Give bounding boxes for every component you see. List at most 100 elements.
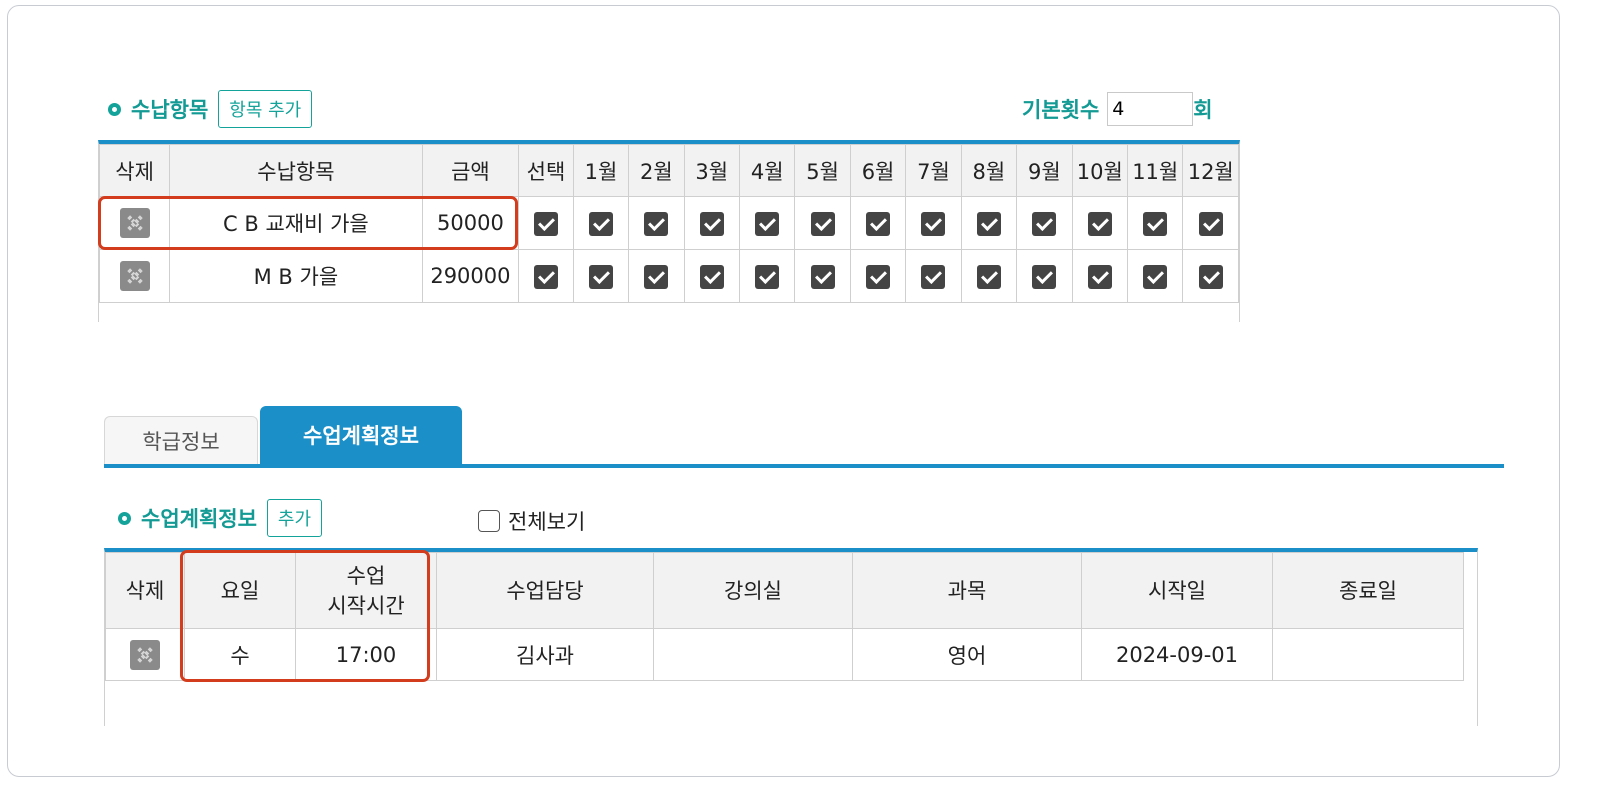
- check-cell: [849, 196, 907, 250]
- base-count-input[interactable]: [1107, 92, 1194, 126]
- check-cell: [1071, 196, 1128, 250]
- checkbox[interactable]: [1198, 211, 1223, 236]
- checkbox[interactable]: [1032, 211, 1057, 236]
- checkbox[interactable]: [1143, 211, 1168, 236]
- plan-end-date: [1272, 628, 1464, 681]
- payment-col-header: 4월: [738, 144, 796, 197]
- check-cell: [905, 249, 962, 303]
- tab-class-info[interactable]: 학급정보: [104, 416, 258, 464]
- checkbox[interactable]: [534, 264, 558, 289]
- plan-col-header: 시작일: [1081, 552, 1273, 629]
- check-cell: [960, 196, 1018, 250]
- payment-col-header: 10월: [1071, 144, 1128, 197]
- base-count-label: 기본횟수: [1022, 98, 1100, 122]
- checkbox[interactable]: [588, 264, 613, 289]
- highlight-box-payment-row: [98, 196, 518, 250]
- payment-col-header: 7월: [905, 144, 962, 197]
- plan-col-header: 수업담당: [436, 552, 654, 629]
- plan-col-header: 삭제: [105, 552, 185, 629]
- payment-section-header: 수납항목 항목 추가: [108, 90, 313, 128]
- checkbox[interactable]: [588, 211, 613, 236]
- highlight-box-plan-columns: [180, 550, 430, 682]
- checkbox[interactable]: [1087, 264, 1112, 289]
- plan-subject: 영어: [852, 628, 1082, 681]
- plan-col-header: 강의실: [653, 552, 853, 629]
- checkbox[interactable]: [976, 211, 1001, 236]
- view-all-toggle[interactable]: 전체보기: [478, 506, 585, 536]
- check-cell: [1126, 196, 1184, 250]
- checkbox[interactable]: [921, 211, 946, 236]
- check-cell: [960, 249, 1018, 303]
- payment-col-header: 5월: [794, 144, 851, 197]
- delete-cell: [105, 628, 185, 681]
- check-cell: [572, 196, 630, 250]
- check-cell: [738, 249, 796, 303]
- check-cell: [794, 249, 851, 303]
- checkbox[interactable]: [755, 211, 780, 236]
- view-all-label: 전체보기: [508, 510, 586, 534]
- plan-teacher: 김사과: [436, 628, 654, 681]
- payment-col-header: 삭제: [98, 144, 171, 197]
- checkbox[interactable]: [866, 211, 891, 236]
- checkbox[interactable]: [699, 264, 724, 289]
- checkbox[interactable]: [1143, 264, 1168, 289]
- checkbox[interactable]: [644, 211, 669, 236]
- view-all-checkbox[interactable]: [478, 510, 500, 532]
- check-cell: [1016, 196, 1073, 250]
- checkbox[interactable]: [976, 264, 1001, 289]
- payment-col-header: 1월: [572, 144, 630, 197]
- check-cell: [683, 196, 740, 250]
- payment-header-row: 삭제 수납항목 금액 선택 1월 2월 3월 4월 5월 6월 7월 8월 9월 10월 11월 12월: [98, 144, 1239, 197]
- check-cell: [572, 249, 630, 303]
- payment-col-header: 11월: [1126, 144, 1184, 197]
- checkbox[interactable]: [755, 264, 780, 289]
- bullet-icon: [108, 102, 121, 116]
- delete-icon[interactable]: [119, 261, 150, 291]
- payment-row: M B 가을 290000: [98, 249, 1239, 303]
- check-cell: [628, 249, 685, 303]
- payment-col-header: 9월: [1016, 144, 1073, 197]
- check-cell: [849, 249, 907, 303]
- checkbox[interactable]: [866, 264, 891, 289]
- payment-col-header: 2월: [628, 144, 685, 197]
- check-cell: [1182, 249, 1239, 303]
- payment-col-header: 8월: [960, 144, 1018, 197]
- payment-col-header: 12월: [1182, 144, 1239, 197]
- payment-col-header: 수납항목: [169, 144, 423, 197]
- payment-amount: 290000: [421, 249, 520, 303]
- checkbox[interactable]: [534, 211, 558, 236]
- plan-title: 수업계획정보: [141, 507, 257, 531]
- checkbox[interactable]: [1198, 264, 1223, 289]
- bullet-icon: [118, 511, 131, 525]
- add-plan-button[interactable]: 추가: [266, 499, 323, 537]
- payment-col-header: 선택: [518, 144, 574, 197]
- checkbox[interactable]: [699, 211, 724, 236]
- checkbox[interactable]: [921, 264, 946, 289]
- delete-icon[interactable]: [130, 639, 160, 670]
- add-item-button[interactable]: 항목 추가: [218, 90, 313, 128]
- checkbox[interactable]: [1087, 211, 1112, 236]
- payment-item-name: M B 가을: [169, 249, 423, 303]
- check-cell: [518, 249, 574, 303]
- check-cell: [518, 196, 574, 250]
- checkbox[interactable]: [644, 264, 669, 289]
- check-cell: [905, 196, 962, 250]
- plan-section-header: 수업계획정보 추가: [118, 499, 323, 537]
- checkbox[interactable]: [810, 264, 835, 289]
- plan-col-header: 종료일: [1272, 552, 1464, 629]
- check-cell: [1126, 249, 1184, 303]
- check-cell: [1182, 196, 1239, 250]
- delete-cell: [98, 249, 171, 303]
- checkbox[interactable]: [810, 211, 835, 236]
- base-count-group: 기본횟수 회: [1022, 92, 1213, 126]
- check-cell: [794, 196, 851, 250]
- payment-col-header: 3월: [683, 144, 740, 197]
- check-cell: [683, 249, 740, 303]
- tab-bar: 학급정보 수업계획정보: [104, 406, 1504, 468]
- plan-room: [653, 628, 853, 681]
- checkbox[interactable]: [1032, 264, 1057, 289]
- payment-col-header: 6월: [849, 144, 907, 197]
- plan-col-header: 과목: [852, 552, 1082, 629]
- tab-class-plan[interactable]: 수업계획정보: [260, 406, 462, 464]
- check-cell: [628, 196, 685, 250]
